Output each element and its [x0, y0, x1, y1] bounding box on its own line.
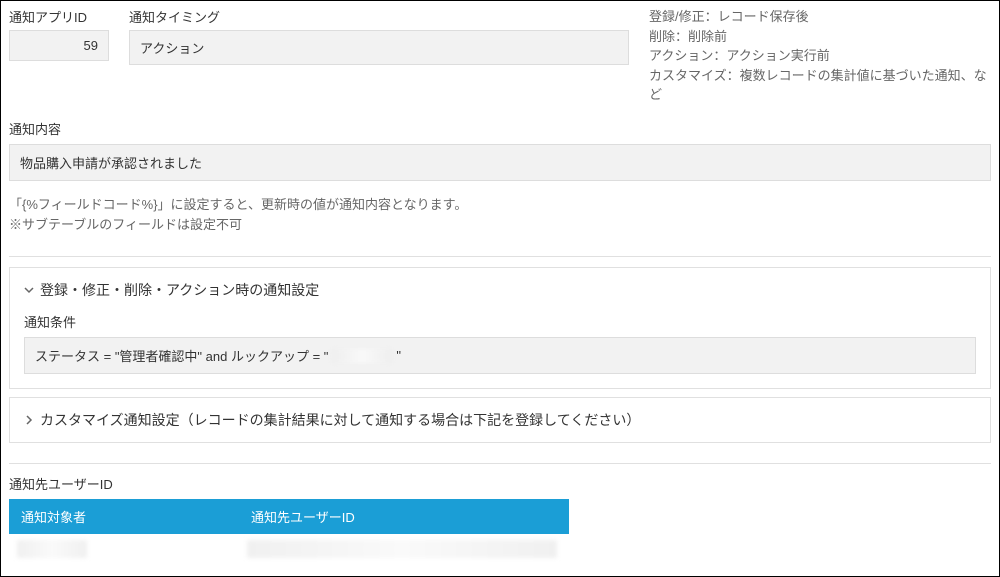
- divider: [9, 256, 991, 257]
- user-id-section: 通知先ユーザーID 通知対象者 通知先ユーザーID: [9, 474, 991, 564]
- info-line-2: 削除：削除前: [649, 27, 991, 47]
- condition-redacted: [332, 349, 392, 363]
- app-id-input[interactable]: 59: [9, 30, 109, 61]
- app-id-label: 通知アプリID: [9, 7, 109, 26]
- content-hint: 「{%フィールドコード%}」に設定すると、更新時の値が通知内容となります。 ※サ…: [9, 195, 991, 237]
- table-row: [9, 534, 569, 564]
- chevron-down-icon: [24, 285, 34, 295]
- condition-text-pre: ステータス = "管理者確認中" and ルックアップ = ": [35, 346, 328, 365]
- accordion-customize-settings: カスタマイズ通知設定（レコードの集計結果に対して通知する場合は下記を登録してくだ…: [9, 397, 991, 443]
- accordion-title-2: カスタマイズ通知設定（レコードの集計結果に対して通知する場合は下記を登録してくだ…: [40, 410, 640, 430]
- accordion-notify-settings: 登録・修正・削除・アクション時の通知設定 通知条件 ステータス = "管理者確認…: [9, 267, 991, 389]
- condition-input[interactable]: ステータス = "管理者確認中" and ルックアップ = " ": [24, 337, 976, 374]
- table-header-target: 通知対象者: [9, 499, 239, 534]
- user-id-table: 通知対象者 通知先ユーザーID: [9, 499, 569, 564]
- content-input[interactable]: 物品購入申請が承認されました: [9, 144, 991, 181]
- timing-input[interactable]: アクション: [129, 30, 629, 65]
- condition-text-suf: ": [396, 348, 401, 363]
- user-id-label: 通知先ユーザーID: [9, 474, 991, 493]
- info-line-4: カスタマイズ：複数レコードの集計値に基づいた通知、など: [649, 66, 991, 105]
- hint-line-2: ※サブテーブルのフィールドは設定不可: [9, 215, 991, 236]
- accordion-header-2[interactable]: カスタマイズ通知設定（レコードの集計結果に対して通知する場合は下記を登録してくだ…: [10, 398, 990, 442]
- content-label: 通知内容: [9, 119, 991, 138]
- chevron-right-icon: [24, 415, 34, 425]
- divider-2: [9, 463, 991, 464]
- accordion-header-1[interactable]: 登録・修正・削除・アクション時の通知設定: [10, 268, 990, 312]
- accordion-title-1: 登録・修正・削除・アクション時の通知設定: [40, 280, 319, 300]
- cell-redacted-1: [17, 540, 87, 558]
- condition-label: 通知条件: [24, 312, 976, 331]
- timing-label: 通知タイミング: [129, 7, 629, 26]
- timing-field: 通知タイミング アクション: [129, 7, 629, 65]
- info-line-1: 登録/修正：レコード保存後: [649, 7, 991, 27]
- cell-redacted-2: [247, 540, 557, 558]
- hint-line-1: 「{%フィールドコード%}」に設定すると、更新時の値が通知内容となります。: [9, 195, 991, 216]
- table-header-userid: 通知先ユーザーID: [239, 499, 569, 534]
- info-line-3: アクション：アクション実行前: [649, 46, 991, 66]
- accordion-body-1: 通知条件 ステータス = "管理者確認中" and ルックアップ = " ": [10, 312, 990, 388]
- info-panel: 登録/修正：レコード保存後 削除：削除前 アクション：アクション実行前 カスタマ…: [649, 7, 991, 105]
- app-id-field: 通知アプリID 59: [9, 7, 109, 61]
